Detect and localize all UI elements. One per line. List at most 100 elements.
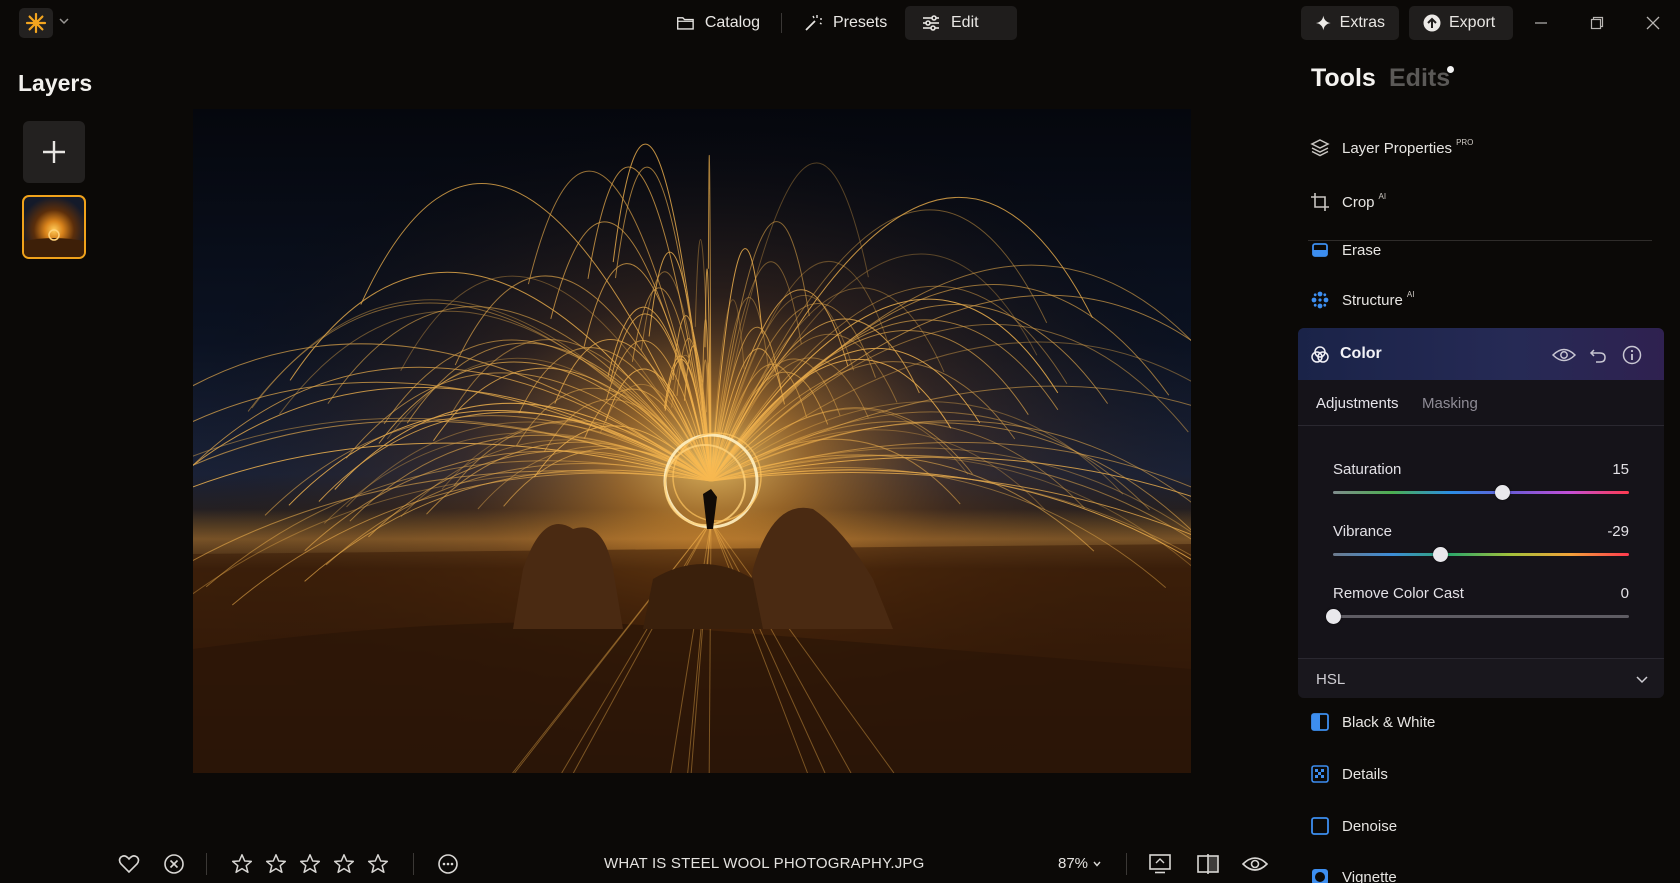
tool-black-white[interactable]: Black & White [1310,708,1435,736]
more-icon [438,854,458,874]
color-panel-title: Color [1340,345,1382,362]
tab-catalog[interactable]: Catalog [660,6,776,40]
edits-indicator-dot [1447,66,1454,73]
eye-icon [1242,857,1268,871]
tool-label: Denoise [1342,817,1398,835]
crop-icon [1311,193,1329,211]
vibrance-slider-knob[interactable] [1432,547,1448,562]
tab-edits[interactable]: Edits [1389,64,1450,93]
layers-title: Layers [18,70,93,96]
magic-wand-icon [805,15,822,31]
tool-label: Details [1342,765,1388,783]
tool-label: Erase [1342,241,1382,259]
remove-color-cast-label: Remove Color Cast [1333,585,1464,602]
rating-star-2[interactable] [263,851,289,877]
rating-star-5[interactable] [365,851,391,877]
subtab-adjustments[interactable]: Adjustments [1316,395,1399,412]
saturation-slider[interactable] [1333,491,1629,494]
tool-badge: AI [1378,191,1387,201]
tool-vignette[interactable]: Vignette [1310,863,1397,883]
vibrance-value[interactable]: -29 [1607,523,1629,540]
tab-presets-label: Presets [833,14,888,31]
vignette-icon [1312,869,1328,883]
minimize-icon [1535,22,1547,24]
fit-view-button[interactable] [1147,851,1173,877]
close-button[interactable] [1642,12,1664,34]
zoom-dropdown[interactable]: 87% [1058,855,1102,872]
chevron-down-icon [1093,861,1101,867]
rating-star-1[interactable] [229,851,255,877]
extras-label: Extras [1339,14,1385,31]
tool-layer-properties[interactable]: Layer Properties PRO [1310,134,1473,162]
reset-button[interactable] [1586,343,1610,367]
sparkle-icon [25,12,47,34]
info-button[interactable] [1620,343,1644,367]
export-button[interactable]: Export [1409,6,1513,40]
rating-star-3[interactable] [297,851,323,877]
undo-icon [1589,349,1606,363]
tools-divider [1308,240,1652,241]
reject-icon [164,854,184,874]
divider [1126,853,1127,875]
file-name: WHAT IS STEEL WOOL PHOTOGRAPHY.JPG [604,855,925,872]
zoom-value: 87% [1058,855,1089,872]
tool-label: Black & White [1342,713,1436,731]
sliders-icon [923,15,939,31]
vibrance-slider[interactable] [1333,553,1629,556]
extras-button[interactable]: Extras [1301,6,1399,40]
remove-color-cast-slider-knob[interactable] [1326,609,1341,624]
color-panel-header[interactable]: Color [1298,328,1664,380]
tab-presets[interactable]: Presets [787,6,905,40]
toggle-visibility-button[interactable] [1552,343,1576,367]
reject-button[interactable] [161,851,187,877]
erase-icon [1312,243,1328,257]
color-wheel-icon [1311,346,1329,363]
hsl-label: HSL [1316,671,1346,688]
details-icon [1311,765,1329,783]
export-label: Export [1449,14,1496,31]
tab-tools[interactable]: Tools [1311,64,1376,93]
chevron-down-icon[interactable] [57,14,71,28]
more-button[interactable] [435,851,461,877]
denoise-icon [1311,817,1329,835]
chevron-down-icon [1636,676,1648,684]
subtab-masking[interactable]: Masking [1422,395,1478,412]
favorite-button[interactable] [116,851,142,877]
rating-star-4[interactable] [331,851,357,877]
nav-divider [781,13,782,33]
layer-thumbnail-image [24,229,84,257]
saturation-value[interactable]: 15 [1612,461,1629,478]
remove-color-cast-slider[interactable] [1333,615,1629,618]
export-icon [1423,14,1441,32]
remove-color-cast-value[interactable]: 0 [1621,585,1629,602]
eye-icon [1552,348,1576,362]
star-sparkle-icon [1315,15,1331,31]
add-layer-button[interactable] [23,121,85,183]
star-icon [367,854,389,874]
star-icon [231,854,253,874]
tool-crop[interactable]: Crop AI [1310,188,1386,216]
heart-icon [118,855,140,874]
tool-denoise[interactable]: Denoise [1310,812,1397,840]
vibrance-label: Vibrance [1333,523,1392,540]
tool-label: Vignette [1342,868,1397,883]
photo-canvas[interactable] [193,109,1191,773]
layer-thumbnail[interactable] [22,195,86,259]
tool-label: Structure [1342,291,1403,309]
app-logo-button[interactable] [19,8,53,38]
tool-label: Layer Properties [1342,139,1453,157]
saturation-slider-knob[interactable] [1494,485,1510,500]
minimize-button[interactable] [1530,12,1552,34]
tool-structure[interactable]: Structure AI [1310,286,1414,314]
color-panel: Color Adjustments Masking Saturation 15 [1298,328,1664,698]
hsl-section-header[interactable]: HSL [1298,658,1664,698]
tab-edit[interactable]: Edit [905,6,1017,40]
restore-icon [1590,16,1604,30]
steel-wool-photo [193,109,1191,773]
preview-button[interactable] [1242,851,1268,877]
structure-icon [1311,291,1329,309]
tool-details[interactable]: Details [1310,760,1388,788]
compare-button[interactable] [1195,851,1221,877]
restore-button[interactable] [1586,12,1608,34]
divider [413,853,414,875]
